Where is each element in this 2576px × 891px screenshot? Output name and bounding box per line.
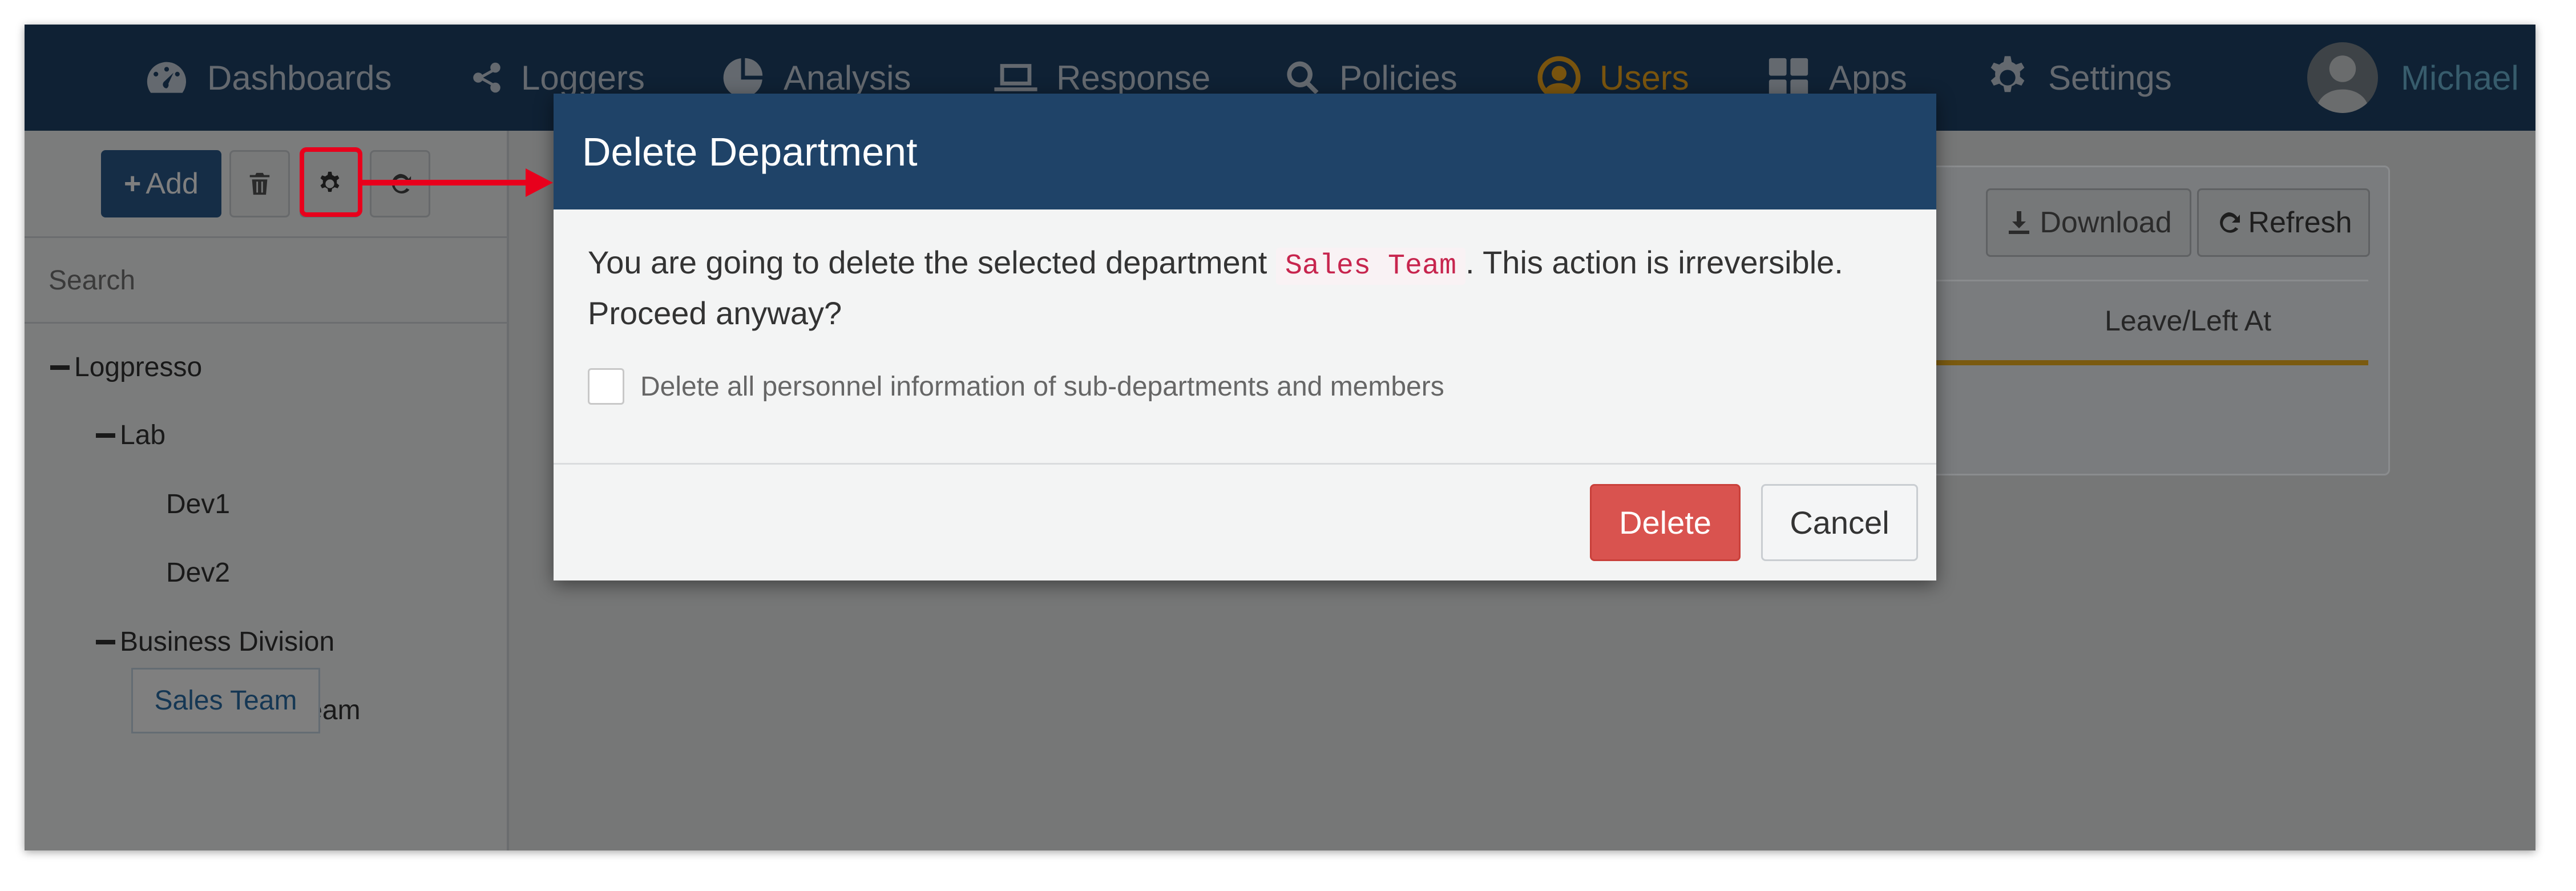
- delete-label: Delete: [1619, 505, 1711, 541]
- delete-department-dialog-top: Delete Department You are going to delet…: [554, 94, 1936, 580]
- dialog-title: Delete Department: [582, 129, 918, 174]
- download-icon: [2009, 211, 2030, 234]
- cancel-label: Cancel: [1790, 505, 1889, 541]
- dialog-header: Delete Department: [554, 94, 1936, 209]
- download-button[interactable]: Download: [1986, 188, 2191, 257]
- refresh-button[interactable]: Refresh: [2197, 188, 2370, 257]
- delete-button[interactable]: Delete: [1590, 484, 1741, 561]
- annotation-arrow-head: [526, 168, 553, 197]
- refresh-icon: [2220, 212, 2240, 233]
- message-text: You are going to delete the selected dep…: [588, 244, 1267, 280]
- checkbox-label: Delete all personnel information of sub-…: [640, 371, 1444, 402]
- members-toolbar-visible: Download Refresh Leave/Left At: [1912, 166, 2391, 477]
- message-text-after: . This action is irreversible.: [1465, 244, 1843, 280]
- delete-personnel-checkbox[interactable]: [588, 368, 624, 405]
- dialog-footer-divider: [554, 463, 1936, 465]
- column-header-label: Leave/Left At: [2105, 305, 2271, 337]
- cancel-button[interactable]: Cancel: [1761, 484, 1918, 561]
- annotation-highlight-box: [300, 147, 362, 217]
- refresh-label: Refresh: [2248, 206, 2352, 239]
- download-label: Download: [2040, 206, 2172, 239]
- annotation-arrow: [362, 180, 528, 186]
- delete-personnel-option[interactable]: Delete all personnel information of sub-…: [588, 368, 1444, 405]
- dialog-message: You are going to delete the selected dep…: [588, 239, 1900, 337]
- message-line-2: Proceed anyway?: [588, 295, 842, 331]
- department-name: Sales Team: [1275, 248, 1465, 285]
- column-header-leave-left-at[interactable]: Leave/Left At: [1912, 280, 2368, 365]
